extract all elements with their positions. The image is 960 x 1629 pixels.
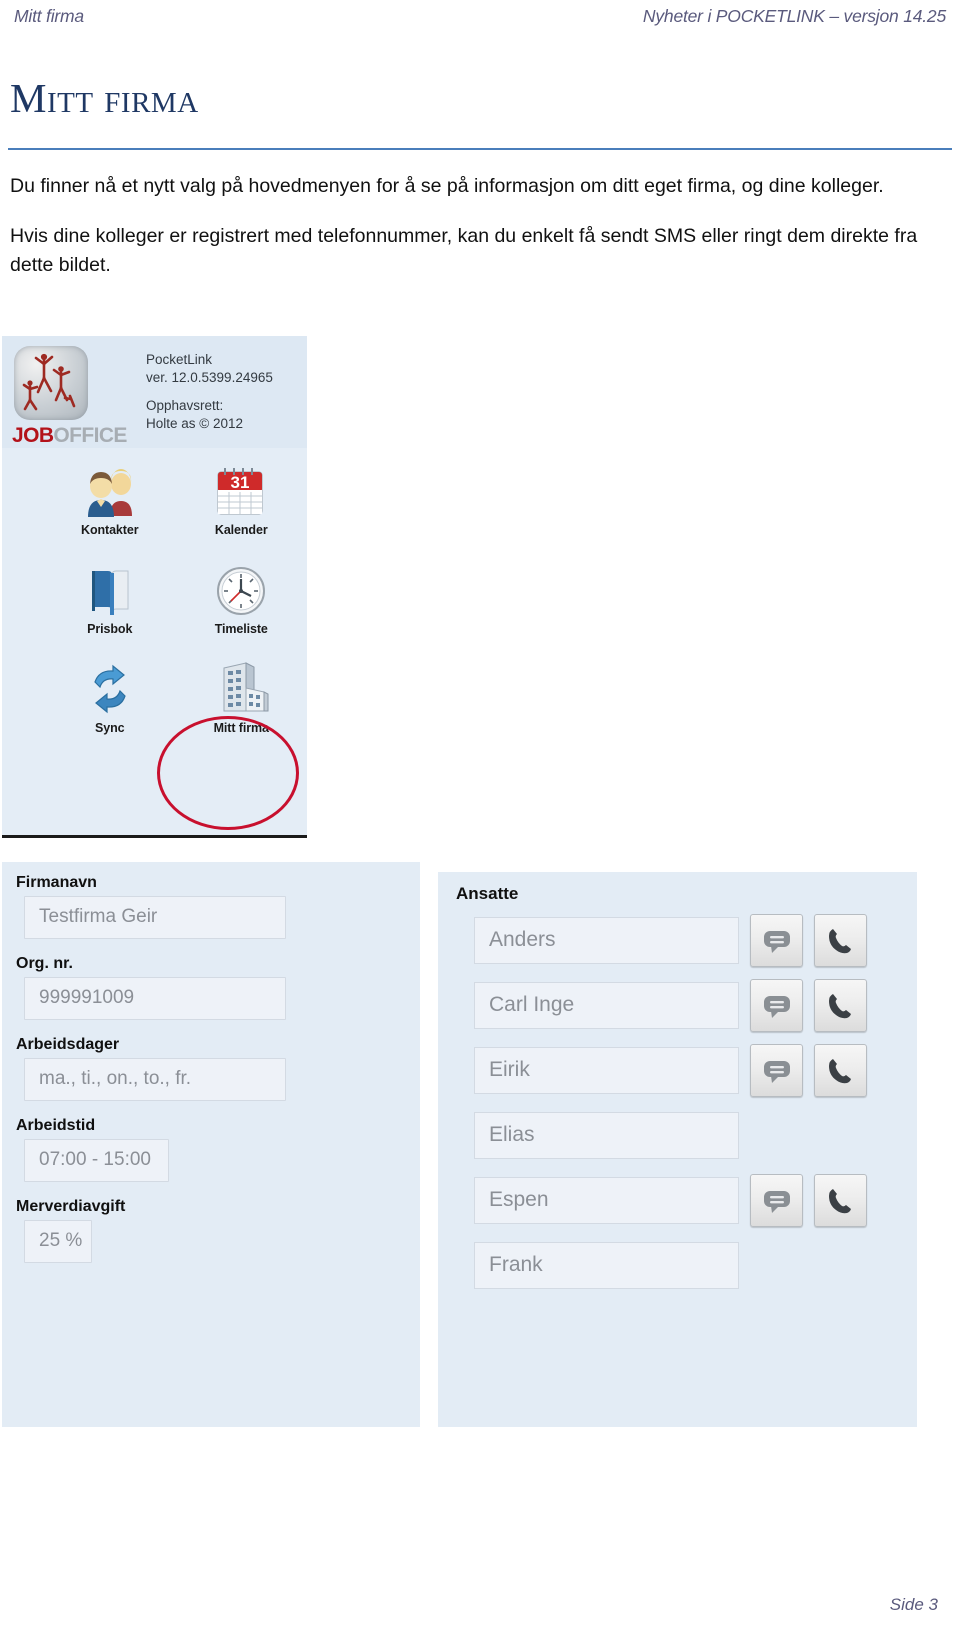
phone-handset-icon — [828, 1188, 851, 1213]
menu-item-sync[interactable]: Sync — [44, 658, 176, 735]
sms-button[interactable] — [750, 914, 803, 967]
paragraph-1: Du finner nå et nytt valg på hovedmenyen… — [10, 175, 884, 197]
clock-icon — [176, 559, 308, 617]
call-button-placeholder — [814, 1239, 867, 1292]
document-running-header: Mitt firma Nyheter i POCKETLINK – versjo… — [0, 0, 960, 34]
calendar-day-number: 31 — [231, 473, 250, 492]
menu-label-kalender: Kalender — [214, 523, 268, 537]
copyright-value: Holte as © 2012 — [146, 415, 244, 431]
employee-name-field[interactable]: Espen — [474, 1177, 739, 1224]
menu-label-prisbok: Prisbok — [87, 622, 133, 636]
blue-book-icon — [44, 559, 176, 617]
label-firmanavn: Firmanavn — [16, 874, 97, 891]
menu-row-2: Prisbok Timeliste — [2, 559, 307, 636]
field-arbeidstid[interactable]: 07:00 - 15:00 — [24, 1139, 169, 1182]
field-arbeidsdager[interactable]: ma., ti., on., to., fr. — [24, 1058, 286, 1101]
logo-word-job: JOB — [12, 424, 54, 447]
sms-bubble-icon — [763, 1190, 790, 1213]
menu-label-kontakter: Kontakter — [81, 523, 139, 537]
employee-row: Eirik — [474, 1044, 917, 1097]
menu-label-sync: Sync — [95, 721, 125, 735]
office-building-icon — [176, 658, 308, 716]
body-copy: Du finner nå et nytt valg på hovedmenyen… — [10, 172, 936, 301]
joboffice-wordmark: JOBOFFICE — [12, 424, 127, 448]
call-button-placeholder — [814, 1109, 867, 1162]
menu-item-prisbok[interactable]: Prisbok — [44, 559, 176, 636]
page-title: Mitt firma — [10, 75, 199, 121]
call-button[interactable] — [814, 1174, 867, 1227]
employee-name-field[interactable]: Frank — [474, 1242, 739, 1289]
menu-item-kalender[interactable]: 31 Kalender — [176, 460, 308, 537]
label-org-nr: Org. nr. — [16, 955, 73, 972]
menu-label-mitt-firma: Mitt firma — [213, 721, 269, 735]
menu-item-timeliste[interactable]: Timeliste — [176, 559, 308, 636]
employee-name-field[interactable]: Anders — [474, 917, 739, 964]
employee-row: Elias — [474, 1109, 917, 1162]
menu-row-3: Sync Mitt firma — [2, 658, 307, 735]
sms-button[interactable] — [750, 1174, 803, 1227]
title-divider-rule — [8, 148, 952, 150]
sms-button-placeholder — [750, 1109, 803, 1162]
calendar-icon: 31 — [176, 460, 308, 518]
sms-bubble-icon — [763, 995, 790, 1018]
employees-panel: Ansatte Anders Carl Inge Eirik Elias Esp… — [435, 872, 917, 1427]
menu-item-mitt-firma[interactable]: Mitt firma — [176, 658, 308, 735]
header-right-text: Nyheter i POCKETLINK – versjon 14.25 — [642, 6, 946, 26]
employee-name-field[interactable]: Carl Inge — [474, 982, 739, 1029]
sms-bubble-icon — [763, 1060, 790, 1083]
sms-button-placeholder — [750, 1239, 803, 1292]
company-info-panel: Firmanavn Testfirma Geir Org. nr. 999991… — [2, 862, 420, 1427]
menu-label-timeliste: Timeliste — [214, 622, 268, 636]
field-firmanavn[interactable]: Testfirma Geir — [24, 896, 286, 939]
app-about-header: JOBOFFICE PocketLink ver. 12.0.5399.2496… — [2, 336, 307, 448]
employee-name-field[interactable]: Elias — [474, 1112, 739, 1159]
joboffice-logo: JOBOFFICE — [8, 344, 146, 447]
employee-name-field[interactable]: Eirik — [474, 1047, 739, 1094]
contacts-people-icon — [44, 460, 176, 518]
logo-word-office: OFFICE — [53, 424, 127, 447]
app-version: ver. 12.0.5399.24965 — [146, 369, 273, 385]
phone-handset-icon — [828, 993, 851, 1018]
employees-panel-title: Ansatte — [456, 884, 519, 903]
label-arbeidstid: Arbeidstid — [16, 1117, 96, 1134]
joboffice-logo-tile-icon — [14, 346, 88, 420]
sync-arrows-icon — [44, 658, 176, 716]
call-button[interactable] — [814, 979, 867, 1032]
paragraph-2: Hvis dine kolleger er registrert med tel… — [10, 224, 918, 277]
sms-button[interactable] — [750, 979, 803, 1032]
field-org-nr[interactable]: 999991009 — [24, 977, 286, 1020]
app-name: PocketLink — [146, 352, 213, 367]
label-arbeidsdager: Arbeidsdager — [16, 1036, 120, 1053]
phone-handset-icon — [828, 928, 851, 953]
menu-item-kontakter[interactable]: Kontakter — [44, 460, 176, 537]
sms-button[interactable] — [750, 1044, 803, 1097]
menu-row-1: Kontakter 31 Kalender — [2, 460, 307, 537]
phone-handset-icon — [828, 1058, 851, 1083]
app-version-block: PocketLink ver. 12.0.5399.24965 Opphavsr… — [146, 344, 273, 433]
employee-row: Frank — [474, 1239, 917, 1292]
header-left-text: Mitt firma — [14, 6, 84, 26]
sms-bubble-icon — [763, 930, 790, 953]
rock-art-figures-icon — [22, 353, 76, 411]
page-number-footer: Side 3 — [889, 1595, 938, 1614]
call-button[interactable] — [814, 914, 867, 967]
field-merverdiavgift[interactable]: 25 % — [24, 1220, 92, 1263]
label-merverdiavgift: Merverdiavgift — [16, 1198, 126, 1215]
app-menu-grid: Kontakter 31 Kalender Prisbok Timeliste … — [2, 448, 307, 735]
employee-row: Carl Inge — [474, 979, 917, 1032]
call-button[interactable] — [814, 1044, 867, 1097]
employee-row: Espen — [474, 1174, 917, 1227]
employee-row: Anders — [474, 914, 917, 967]
phone-screenshot-figure: JOBOFFICE PocketLink ver. 12.0.5399.2496… — [2, 336, 307, 838]
copyright-label: Opphavsrett: — [146, 397, 224, 413]
